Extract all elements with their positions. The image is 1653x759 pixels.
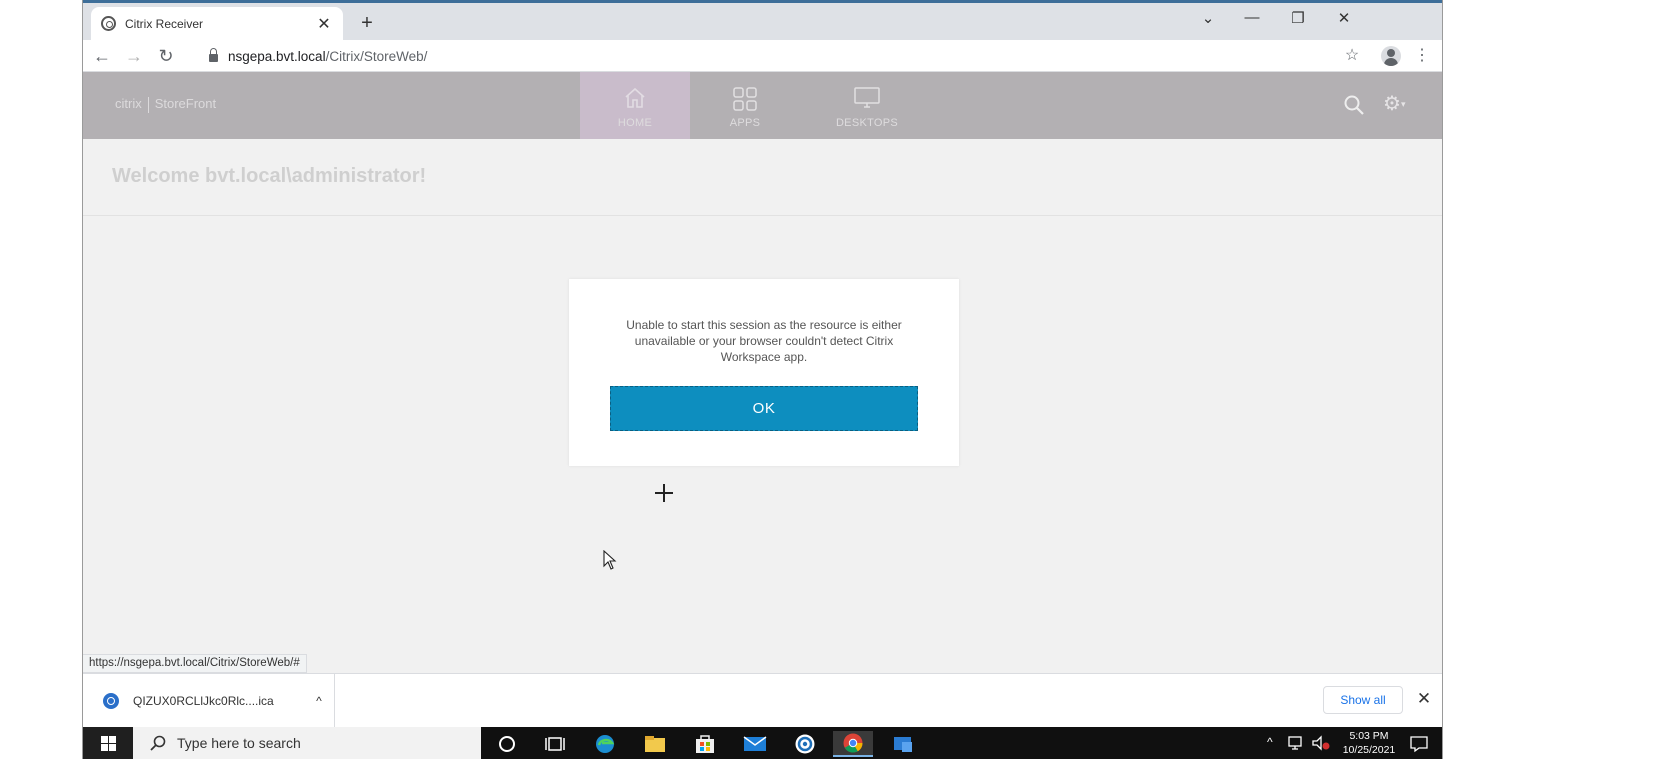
clock-time: 5:03 PM <box>1349 730 1389 742</box>
tab-strip: Citrix Receiver ✕ + ⌄ — ❐ ✕ <box>83 3 1442 40</box>
logo-product: StoreFront <box>154 96 217 111</box>
tab-title: Citrix Receiver <box>125 16 204 31</box>
taskbar-search-box[interactable]: Type here to search <box>133 727 481 759</box>
download-bar: QIZUX0RCLlJkc0Rlc....ica ^ Show all ✕ <box>83 673 1442 728</box>
edge-icon[interactable] <box>585 731 625 757</box>
apps-grid-icon <box>733 87 757 111</box>
system-clock[interactable]: 5:03 PM 10/25/2021 <box>1339 729 1399 757</box>
citrix-favicon-icon <box>101 16 116 31</box>
download-item[interactable]: QIZUX0RCLlJkc0Rlc....ica ^ <box>83 674 335 728</box>
taskbar: Type here to search ^ 5:03 PM 10/25/2021 <box>83 727 1442 759</box>
divider <box>83 215 1442 216</box>
profile-avatar-icon[interactable] <box>1381 46 1401 66</box>
close-download-bar-icon[interactable]: ✕ <box>1413 688 1435 710</box>
start-button[interactable] <box>83 727 133 759</box>
file-explorer-icon[interactable] <box>635 731 675 757</box>
remote-app-icon[interactable] <box>883 731 923 757</box>
url-field[interactable]: nsgepa.bvt.local/Citrix/StoreWeb/ <box>203 42 1253 70</box>
store-icon[interactable] <box>685 731 725 757</box>
reload-button[interactable]: ↻ <box>153 44 179 68</box>
url-host: nsgepa.bvt.local <box>228 48 326 64</box>
logo-brand: citrix <box>115 96 142 111</box>
forward-button[interactable]: → <box>121 44 147 68</box>
browser-tab[interactable]: Citrix Receiver ✕ <box>91 7 343 40</box>
network-icon[interactable] <box>1287 735 1305 751</box>
bookmark-star-icon[interactable]: ☆ <box>1339 44 1365 68</box>
close-window-button[interactable]: ✕ <box>1331 9 1357 27</box>
windows-logo-icon <box>101 736 117 752</box>
tray-overflow-chevron-icon[interactable]: ^ <box>1267 735 1273 759</box>
address-bar: ← → ↻ nsgepa.bvt.local/Citrix/StoreWeb/ … <box>83 40 1442 72</box>
url-path: /Citrix/StoreWeb/ <box>325 48 428 64</box>
lock-icon <box>209 48 218 62</box>
status-bar-url: https://nsgepa.bvt.local/Citrix/StoreWeb… <box>83 654 307 673</box>
clock-date: 10/25/2021 <box>1342 744 1396 756</box>
citrix-icon[interactable] <box>785 731 825 757</box>
ica-file-icon <box>103 693 119 709</box>
mail-icon[interactable] <box>735 731 775 757</box>
tab-home[interactable]: HOME <box>580 72 690 139</box>
action-center-icon[interactable] <box>1409 735 1429 753</box>
tab-close-icon[interactable]: ✕ <box>315 14 333 34</box>
storefront-logo: citrix StoreFront <box>115 96 216 113</box>
settings-gear-icon[interactable]: ⚙▾ <box>1383 94 1405 117</box>
desktop-monitor-icon <box>854 87 880 108</box>
tab-desktops-label: DESKTOPS <box>835 117 899 129</box>
cortana-circle-icon[interactable] <box>487 731 527 757</box>
tab-home-label: HOME <box>617 117 653 129</box>
restore-button[interactable]: ❐ <box>1285 9 1311 27</box>
search-icon <box>150 735 166 751</box>
back-button[interactable]: ← <box>89 44 115 68</box>
storefront-header: citrix StoreFront HOME APPS DESKTOPS ⚙▾ <box>83 72 1442 139</box>
chrome-icon[interactable] <box>833 731 873 757</box>
welcome-message: Welcome bvt.local\administrator! <box>112 165 427 187</box>
browser-menu-icon[interactable]: ⋮ <box>1409 44 1435 68</box>
crosshair-cursor-icon <box>655 484 673 502</box>
tab-desktops[interactable]: DESKTOPS <box>812 72 922 139</box>
browser-window: Citrix Receiver ✕ + ⌄ — ❐ ✕ ← → ↻ nsgepa… <box>82 0 1443 759</box>
ok-button[interactable]: OK <box>610 386 918 431</box>
tab-apps[interactable]: APPS <box>690 72 800 139</box>
mouse-pointer-icon <box>603 550 617 570</box>
settings-caret-icon: ▾ <box>1400 99 1406 109</box>
download-file-name: QIZUX0RCLlJkc0Rlc....ica <box>133 694 274 708</box>
task-view-icon[interactable] <box>535 731 575 757</box>
show-all-button[interactable]: Show all <box>1323 686 1403 714</box>
tab-apps-label: APPS <box>729 117 761 129</box>
taskbar-search-placeholder: Type here to search <box>177 735 301 751</box>
tab-search-chevron-icon[interactable]: ⌄ <box>1195 9 1221 27</box>
screen: Citrix Receiver ✕ + ⌄ — ❐ ✕ ← → ↻ nsgepa… <box>0 0 1653 759</box>
error-dialog: Unable to start this session as the reso… <box>569 279 959 466</box>
dialog-message: Unable to start this session as the reso… <box>626 318 902 364</box>
volume-muted-icon[interactable] <box>1311 735 1331 751</box>
taskbar-apps-area: ^ 5:03 PM 10/25/2021 <box>481 727 1442 759</box>
search-icon[interactable] <box>1343 94 1365 116</box>
minimize-button[interactable]: — <box>1239 9 1265 26</box>
new-tab-button[interactable]: + <box>355 11 379 35</box>
chevron-up-icon[interactable]: ^ <box>304 694 334 708</box>
home-icon <box>625 87 645 108</box>
